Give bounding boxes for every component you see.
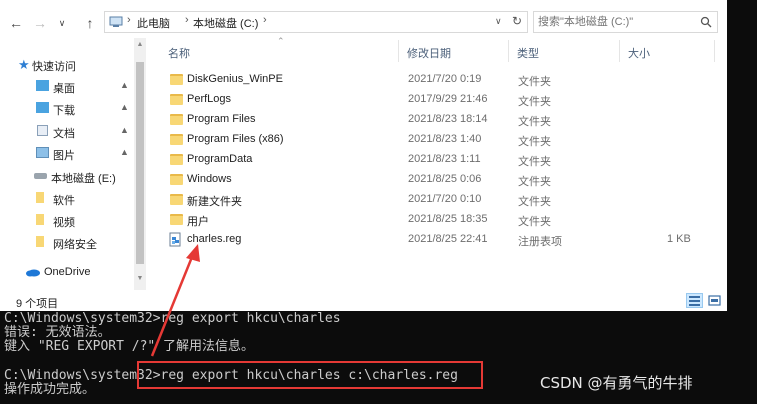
table-row[interactable]: Windows 2021/8/25 0:06 文件夹 [152,170,727,190]
column-divider[interactable] [714,40,715,62]
table-row[interactable]: Program Files (x86) 2021/8/23 1:40 文件夹 [152,130,727,150]
desktop-folder-icon [36,80,49,91]
address-field[interactable]: › 此电脑 › 本地磁盘 (C:) › ∨ ↻ [104,11,528,33]
nav-item-videos[interactable]: 视频 [0,210,132,232]
column-divider[interactable] [508,40,509,62]
folder-icon [36,192,44,203]
nav-item-network-security[interactable]: 网络安全 [0,232,132,254]
table-row[interactable]: charles.reg 2021/8/25 22:41 注册表项 1 KB [152,230,727,250]
search-box[interactable] [533,11,718,33]
file-list-pane: ⌃ 名称 修改日期 类型 大小 DiskGenius_WinPE 2021/7/… [152,36,727,290]
table-row[interactable]: Program Files 2021/8/23 18:14 文件夹 [152,110,727,130]
status-bar: 9 个项目 [0,290,727,311]
picture-folder-icon [36,147,49,158]
table-row[interactable]: ProgramData 2021/8/23 1:11 文件夹 [152,150,727,170]
nav-scrollbar[interactable]: ▲ ▼ [134,38,146,290]
column-header-name[interactable]: 名称 [168,45,190,61]
folder-icon [170,214,183,225]
folder-icon [170,194,183,205]
column-header-modified[interactable]: 修改日期 [407,45,451,61]
registry-file-icon [169,232,181,247]
star-icon: ★ [18,57,30,72]
column-divider[interactable] [619,40,620,62]
pin-icon[interactable]: ▲ [120,125,129,135]
table-row[interactable]: 新建文件夹 2021/7/20 0:10 文件夹 [152,190,727,210]
nav-item-pictures[interactable]: 图片 ▲ [0,143,132,165]
breadcrumb-this-pc[interactable]: 此电脑 [137,15,170,31]
console-line: 操作成功完成。 [4,382,96,397]
folder-icon [36,236,44,247]
folder-icon [170,94,183,105]
nav-item-software[interactable]: 软件 [0,188,132,210]
scroll-up-icon[interactable]: ▲ [136,40,144,50]
search-input[interactable] [538,14,688,30]
nav-scrollbar-thumb[interactable] [136,62,144,264]
up-arrow-icon[interactable]: ↑ [80,14,100,32]
table-row[interactable]: PerfLogs 2017/9/29 21:46 文件夹 [152,90,727,110]
forward-arrow-icon[interactable]: → [30,14,50,32]
pin-icon[interactable]: ▲ [120,147,129,157]
address-dropdown-chevron-icon[interactable]: ∨ [495,16,502,27]
navigation-pane: ★ 快速访问 桌面 ▲ 下载 ▲ 文档 ▲ 图片 ▲ 本地磁盘 (E:) 软件 … [0,38,146,290]
nav-item-quick-access[interactable]: ★ 快速访问 [0,54,132,76]
folder-icon [170,74,183,85]
table-row[interactable]: DiskGenius_WinPE 2021/7/20 0:19 文件夹 [152,70,727,90]
console-line: 键入 "REG EXPORT /?" 了解用法信息。 [4,339,255,354]
back-arrow-icon[interactable]: ← [6,14,26,32]
download-folder-icon [36,102,49,113]
pin-icon[interactable]: ▲ [120,80,129,90]
recent-chevron-down-icon[interactable]: ∨ [52,14,72,32]
highlight-box [137,361,483,389]
breadcrumb-separator-icon[interactable]: › [127,14,131,26]
watermark: CSDN @有勇气的牛排 [540,374,693,392]
ribbon-edge [0,0,727,8]
folder-icon [36,214,44,225]
folder-icon [170,134,183,145]
table-row[interactable]: 用户 2021/8/25 18:35 文件夹 [152,210,727,230]
console-line: C:\Windows\system32>reg export hkcu\char… [4,311,341,326]
console-line: 错误: 无效语法。 [4,325,111,340]
column-header-size[interactable]: 大小 [628,45,650,61]
drive-icon [34,173,47,179]
nav-item-drive-e[interactable]: 本地磁盘 (E:) [0,166,132,188]
column-divider[interactable] [398,40,399,62]
nav-item-onedrive[interactable]: OneDrive [0,262,132,284]
computer-icon [109,16,123,27]
breadcrumb-separator-icon[interactable]: › [263,14,267,26]
nav-item-downloads[interactable]: 下载 ▲ [0,98,132,120]
column-header-row: ⌃ 名称 修改日期 类型 大小 [152,36,727,64]
folder-icon [170,154,183,165]
item-count: 9 个项目 [16,298,59,310]
details-view-icon[interactable] [686,293,703,308]
nav-item-documents[interactable]: 文档 ▲ [0,121,132,143]
scroll-down-icon[interactable]: ▼ [136,274,144,284]
breadcrumb-drive-c[interactable]: 本地磁盘 (C:) [193,15,258,31]
onedrive-icon [26,269,40,277]
address-bar-row: ← → ∨ ↑ › 此电脑 › 本地磁盘 (C:) › ∨ ↻ [0,8,727,38]
large-icons-view-icon[interactable] [706,293,723,308]
folder-icon [170,174,183,185]
column-header-type[interactable]: 类型 [517,45,539,61]
refresh-icon[interactable]: ↻ [512,14,522,28]
breadcrumb-separator-icon[interactable]: › [185,14,189,26]
document-folder-icon [37,125,48,136]
nav-item-desktop[interactable]: 桌面 ▲ [0,76,132,98]
search-icon[interactable] [700,16,712,28]
sort-caret-up-icon: ⌃ [277,36,285,46]
pin-icon[interactable]: ▲ [120,102,129,112]
folder-icon [170,114,183,125]
file-explorer-window: ← → ∨ ↑ › 此电脑 › 本地磁盘 (C:) › ∨ ↻ 搜索"本地磁盘 … [0,0,727,311]
